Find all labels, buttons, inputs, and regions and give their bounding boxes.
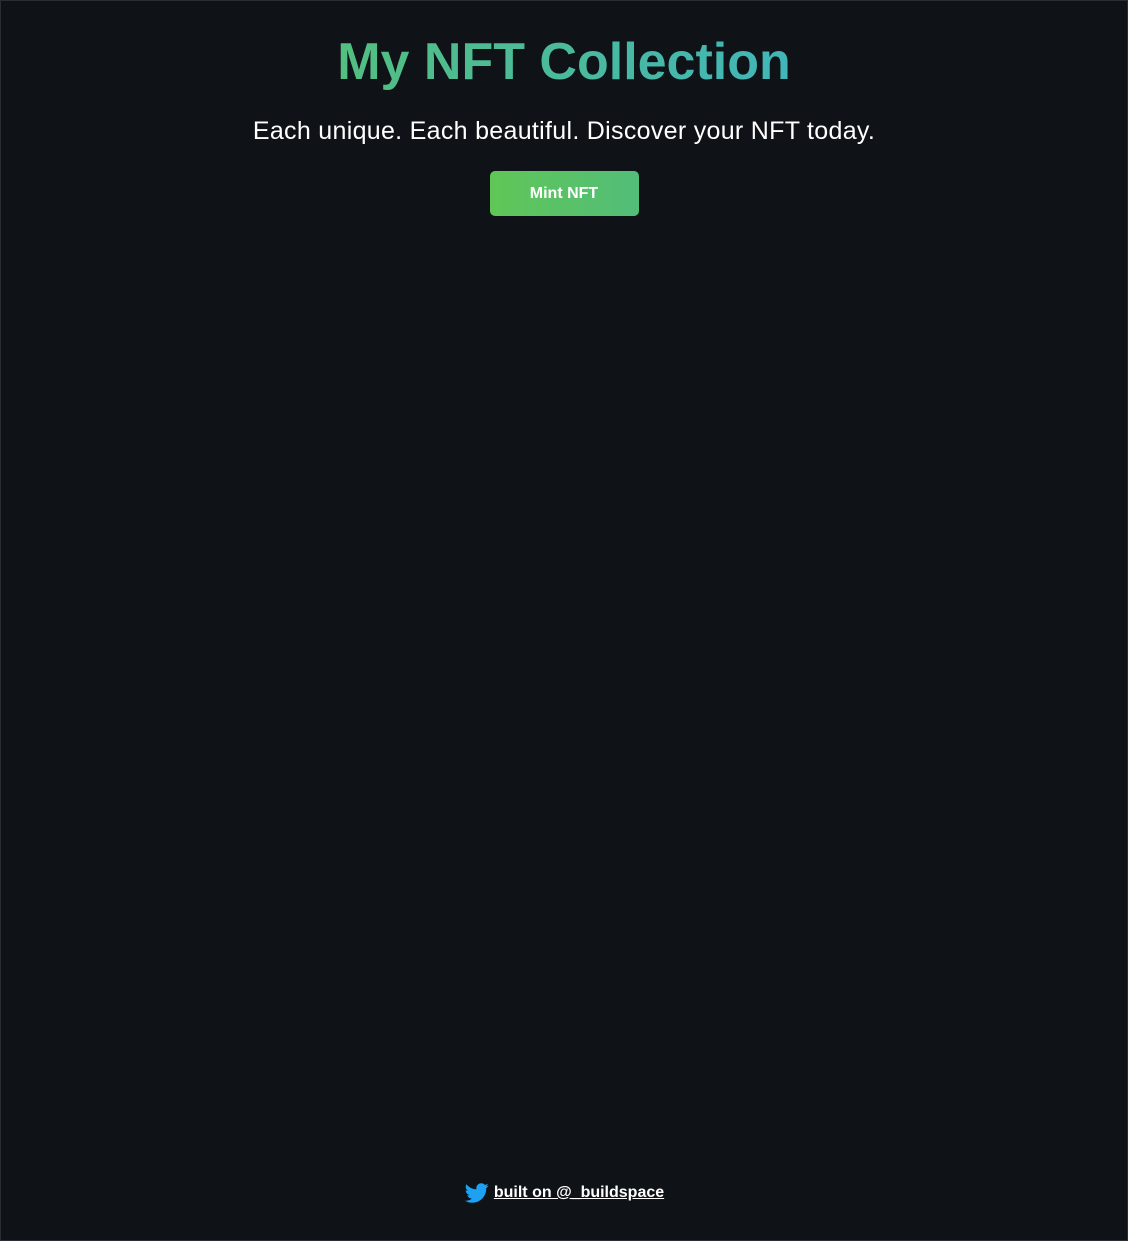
mint-nft-button[interactable]: Mint NFT	[489, 171, 639, 216]
header-container: My NFT Collection Each unique. Each beau…	[1, 1, 1127, 216]
page-subtitle: Each unique. Each beautiful. Discover yo…	[252, 117, 876, 145]
page-title: My NFT Collection	[1, 31, 1127, 93]
buildspace-link[interactable]: built on @_buildspace	[494, 1184, 664, 1202]
app-container: My NFT Collection Each unique. Each beau…	[0, 0, 1128, 1241]
twitter-icon	[464, 1183, 489, 1203]
footer: built on @_buildspace	[1, 1181, 1127, 1205]
